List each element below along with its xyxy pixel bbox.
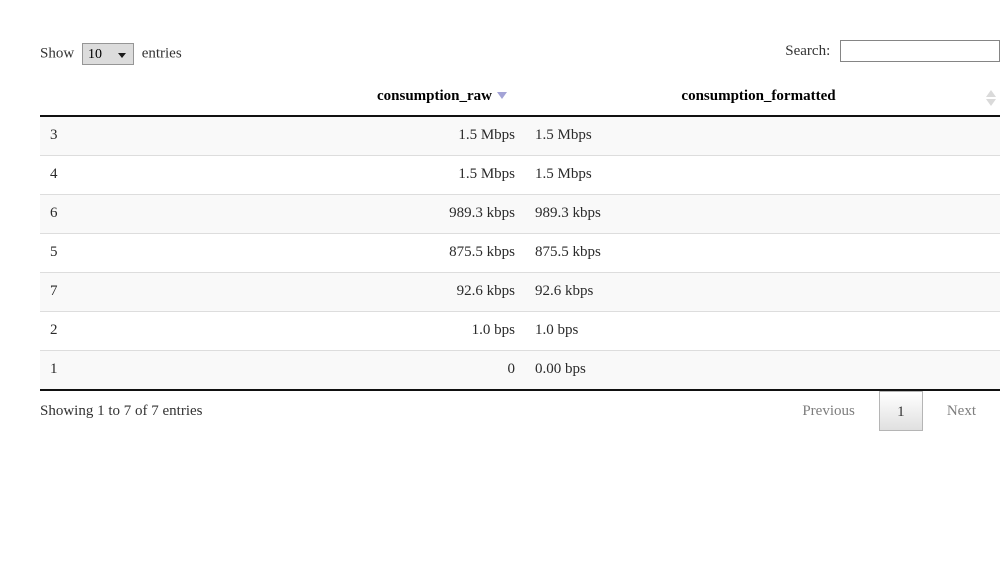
pagination-next-button[interactable]: Next [939, 397, 984, 426]
sort-descending-icon [497, 92, 507, 100]
table-row: 5 875.5 kbps 875.5 kbps [40, 233, 1000, 273]
column-header-consumption-raw-label: consumption_raw [376, 88, 492, 104]
cell-consumption-formatted: 0.00 bps [525, 350, 1000, 391]
cell-consumption-formatted: 875.5 kbps [525, 233, 1000, 273]
search-filter-control: Search: [785, 38, 1000, 63]
cell-consumption-formatted: 92.6 kbps [525, 272, 1000, 312]
sort-both-icon [986, 89, 996, 107]
sort-descending-arrow-icon [986, 98, 996, 106]
page-root: Show 10 entries Search: consumption_raw … [0, 0, 1000, 580]
column-header-index[interactable] [40, 80, 330, 117]
cell-consumption-raw: 1.5 Mbps [330, 116, 525, 156]
showing-entries-info: Showing 1 to 7 of 7 entries [40, 403, 203, 419]
cell-index: 4 [40, 155, 330, 195]
pagination-page-1-button[interactable]: 1 [878, 391, 923, 431]
cell-consumption-raw: 1.5 Mbps [330, 155, 525, 195]
table-row: 6 989.3 kbps 989.3 kbps [40, 194, 1000, 234]
cell-consumption-raw: 875.5 kbps [330, 233, 525, 273]
table-row: 2 1.0 bps 1.0 bps [40, 311, 1000, 351]
table-head: consumption_raw consumption_formatted [40, 80, 1000, 117]
table-row: 1 0 0.00 bps [40, 350, 1000, 391]
datatable-wrapper: Show 10 entries Search: consumption_raw … [40, 38, 1000, 437]
cell-consumption-formatted: 1.0 bps [525, 311, 1000, 351]
cell-consumption-formatted: 1.5 Mbps [525, 155, 1000, 195]
cell-index: 1 [40, 350, 330, 391]
table-body: 3 1.5 Mbps 1.5 Mbps 4 1.5 Mbps 1.5 Mbps 6 989.3… [40, 116, 1000, 391]
show-label: Show [40, 45, 75, 62]
entries-per-page-select[interactable]: 10 [81, 42, 134, 65]
datatable-controls: Show 10 entries Search: [40, 38, 1000, 72]
cell-consumption-raw: 92.6 kbps [330, 272, 525, 312]
pagination-previous-button[interactable]: Previous [794, 397, 863, 426]
table-row: 3 1.5 Mbps 1.5 Mbps [40, 116, 1000, 156]
cell-index: 2 [40, 311, 330, 351]
entries-label: entries [141, 45, 182, 62]
consumption-table: consumption_raw consumption_formatted 31… [40, 80, 1000, 391]
entries-per-page-value: 10 [87, 46, 102, 62]
column-header-consumption-raw[interactable]: consumption_raw [330, 80, 525, 117]
cell-consumption-raw: 989.3 kbps [330, 194, 525, 234]
search-label: Search: [785, 42, 831, 59]
table-row: 4 1.5 Mbps 1.5 Mbps [40, 155, 1000, 195]
cell-consumption-formatted: 1.5 Mbps [525, 116, 1000, 156]
cell-index: 3 [40, 116, 330, 156]
cell-index: 5 [40, 233, 330, 273]
column-header-consumption-formatted-label: consumption_formatted [681, 88, 836, 104]
cell-index: 6 [40, 194, 330, 234]
search-input[interactable] [840, 39, 1000, 62]
cell-consumption-raw: 1.0 bps [330, 311, 525, 351]
entries-length-control: Show 10 entries [40, 38, 182, 69]
sort-ascending-arrow-icon [986, 89, 996, 97]
datatable-footer: Showing 1 to 7 of 7 entries Previous 1 N… [40, 391, 1000, 437]
chevron-down-icon [117, 52, 126, 58]
column-header-consumption-formatted[interactable]: consumption_formatted [525, 80, 1000, 117]
pagination: Previous 1 Next [794, 391, 984, 431]
table-header-row: consumption_raw consumption_formatted [40, 80, 1000, 117]
table-row: 7 92.6 kbps 92.6 kbps [40, 272, 1000, 312]
cell-consumption-raw: 0 [330, 350, 525, 391]
cell-index: 7 [40, 272, 330, 312]
cell-consumption-formatted: 989.3 kbps [525, 194, 1000, 234]
